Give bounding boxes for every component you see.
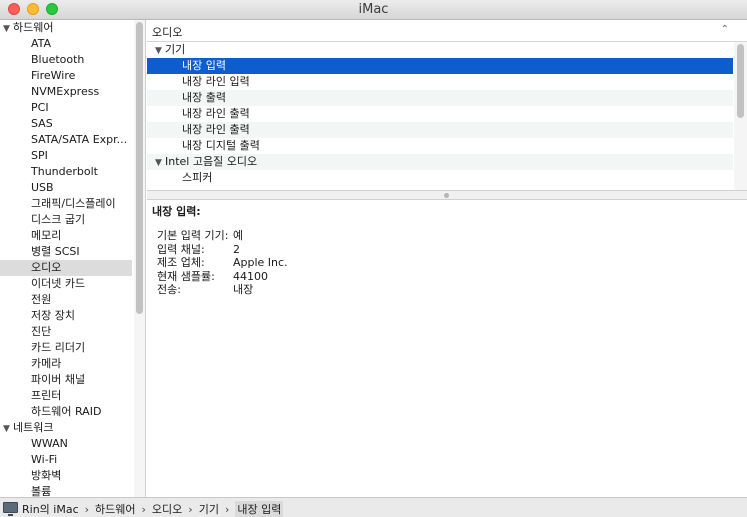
- sidebar-item[interactable]: FireWire: [0, 68, 132, 84]
- breadcrumb-item[interactable]: 내장 입력: [235, 501, 284, 517]
- disclosure-triangle-icon[interactable]: ▼: [155, 155, 165, 171]
- chevron-up-icon: ⌃: [720, 24, 729, 35]
- detail-row: 입력 채널: 2: [157, 243, 288, 257]
- window-title: iMac: [358, 2, 389, 17]
- sidebar-item[interactable]: 저장 장치: [0, 308, 132, 324]
- sidebar-item[interactable]: NVMExpress: [0, 84, 132, 100]
- sidebar-item[interactable]: 하드웨어 RAID: [0, 404, 132, 420]
- breadcrumb-item[interactable]: 기기: [199, 501, 219, 517]
- list-scrollbar[interactable]: [734, 42, 747, 190]
- divider-grip-icon[interactable]: [444, 193, 449, 198]
- tree-item-row[interactable]: 내장 라인 출력: [147, 106, 733, 122]
- list-scroll-thumb[interactable]: [737, 44, 744, 118]
- sidebar-item[interactable]: USB: [0, 180, 132, 196]
- sidebar-section-label: 네트워크: [13, 421, 54, 434]
- sidebar-section-header[interactable]: ▼ 네트워크: [0, 420, 132, 436]
- tree-item-row[interactable]: 내장 라인 입력: [147, 74, 733, 90]
- sidebar-item[interactable]: 카드 리더기: [0, 340, 132, 356]
- breadcrumb-item[interactable]: 오디오: [152, 501, 182, 517]
- sidebar-item[interactable]: 병렬 SCSI: [0, 244, 132, 260]
- sidebar-section-label: 하드웨어: [13, 21, 54, 34]
- detail-key: 입력 채널:: [157, 242, 205, 256]
- disclosure-triangle-icon[interactable]: ▼: [3, 421, 13, 436]
- detail-pane: 내장 입력: 기본 입력 기기: 예입력 채널: 2 제조 업체: Apple Inc.…: [147, 200, 747, 497]
- detail-key: 현재 샘플률:: [157, 269, 215, 283]
- path-bar: Rin의 iMac › 하드웨어 › 오디오 › 기기 › 내장 입력: [0, 497, 747, 517]
- disclosure-triangle-icon[interactable]: ▼: [3, 21, 13, 36]
- sidebar-item[interactable]: 전원: [0, 292, 132, 308]
- breadcrumb-chevron-icon: ›: [188, 503, 193, 516]
- item-tree: ▼ 기기 내장 입력 내장 라인 입력 내장 출력 내장 라인 출력 내장 라인 출력 내장 …: [147, 42, 733, 186]
- sidebar-item[interactable]: 디스크 굽기: [0, 212, 132, 228]
- detail-value: 내장: [233, 283, 254, 296]
- split-divider[interactable]: [147, 190, 747, 200]
- breadcrumb-chevron-icon: ›: [141, 503, 146, 516]
- sidebar-list: ▼ 하드웨어 ATA Bluetooth FireWire NVMExpress PCI SA…: [0, 20, 132, 497]
- breadcrumb-item[interactable]: 하드웨어: [95, 501, 135, 517]
- tree-group-row[interactable]: ▼ Intel 고음질 오디오: [147, 154, 733, 170]
- sidebar-item[interactable]: WWAN: [0, 436, 132, 452]
- breadcrumb: Rin의 iMac › 하드웨어 › 오디오 › 기기 › 내장 입력: [22, 501, 284, 517]
- detail-value: 2: [233, 242, 240, 256]
- detail-value: 44100: [233, 269, 268, 283]
- sidebar-item[interactable]: 카메라: [0, 356, 132, 372]
- item-list-pane: 오디오 ⌃ ▼ 기기 내장 입력 내장 라인 입력 내장 출력 내장 라인 출력 내장 라인…: [147, 20, 747, 190]
- detail-row: 현재 샘플률: 44100: [157, 270, 288, 284]
- detail-value: 예: [233, 229, 244, 242]
- detail-key: 기본 입력 기기:: [157, 229, 229, 242]
- detail-value: Apple Inc.: [233, 256, 288, 269]
- sidebar-scrollbar[interactable]: [134, 20, 145, 497]
- detail-row: 제조 업체: Apple Inc.: [157, 256, 288, 270]
- sidebar-item[interactable]: 오디오: [0, 260, 132, 276]
- sidebar: ▼ 하드웨어 ATA Bluetooth FireWire NVMExpress PCI SA…: [0, 20, 146, 497]
- sidebar-item[interactable]: 그래픽/디스플레이: [0, 196, 132, 212]
- detail-row: 기본 입력 기기: 예: [157, 229, 288, 243]
- tree-item-row[interactable]: 내장 입력: [147, 58, 733, 74]
- sidebar-item[interactable]: Bluetooth: [0, 52, 132, 68]
- sidebar-item[interactable]: 프린터: [0, 388, 132, 404]
- sidebar-item[interactable]: SAS: [0, 116, 132, 132]
- imac-icon: [3, 502, 18, 516]
- sidebar-scroll-thumb[interactable]: [136, 22, 143, 314]
- sidebar-item[interactable]: 메모리: [0, 228, 132, 244]
- detail-key: 제조 업체:: [157, 256, 205, 269]
- sidebar-item[interactable]: 방화벽: [0, 468, 132, 484]
- sidebar-section-header[interactable]: ▼ 하드웨어: [0, 20, 132, 36]
- tree-item-row[interactable]: 내장 출력: [147, 90, 733, 106]
- sidebar-item[interactable]: ATA: [0, 36, 132, 52]
- sidebar-item[interactable]: PCI: [0, 100, 132, 116]
- tree-group-label: 기기: [165, 43, 186, 56]
- sidebar-item[interactable]: 이더넷 카드: [0, 276, 132, 292]
- detail-key: 전송:: [157, 283, 181, 296]
- detail-table: 기본 입력 기기: 예 입력 채널: 2 제조 업체: Apple Inc. 현재 샘플률:…: [157, 229, 288, 297]
- sidebar-item[interactable]: SATA/SATA Expr...: [0, 132, 132, 148]
- disclosure-triangle-icon[interactable]: ▼: [155, 43, 165, 59]
- sidebar-item[interactable]: 파이버 채널: [0, 372, 132, 388]
- detail-title: 내장 입력:: [152, 205, 201, 218]
- tree-group-label: Intel 고음질 오디오: [165, 155, 258, 168]
- sidebar-item[interactable]: Wi-Fi: [0, 452, 132, 468]
- tree-item-row[interactable]: 내장 디지털 출력: [147, 138, 733, 154]
- sidebar-item[interactable]: SPI: [0, 148, 132, 164]
- column-header[interactable]: 오디오 ⌃: [147, 20, 747, 42]
- detail-row: 전송: 내장: [157, 283, 288, 297]
- column-title: 오디오: [152, 26, 183, 39]
- tree-item-row[interactable]: 스피커: [147, 170, 733, 186]
- tree-item-row[interactable]: 내장 라인 출력: [147, 122, 733, 138]
- sidebar-item[interactable]: 진단: [0, 324, 132, 340]
- breadcrumb-chevron-icon: ›: [84, 503, 90, 516]
- tree-group-row[interactable]: ▼ 기기: [147, 42, 733, 58]
- sidebar-item[interactable]: 볼륨: [0, 484, 132, 497]
- title-bar: iMac: [0, 0, 747, 20]
- breadcrumb-item[interactable]: Rin의 iMac: [22, 501, 79, 517]
- breadcrumb-chevron-icon: ›: [224, 503, 230, 516]
- sidebar-item[interactable]: Thunderbolt: [0, 164, 132, 180]
